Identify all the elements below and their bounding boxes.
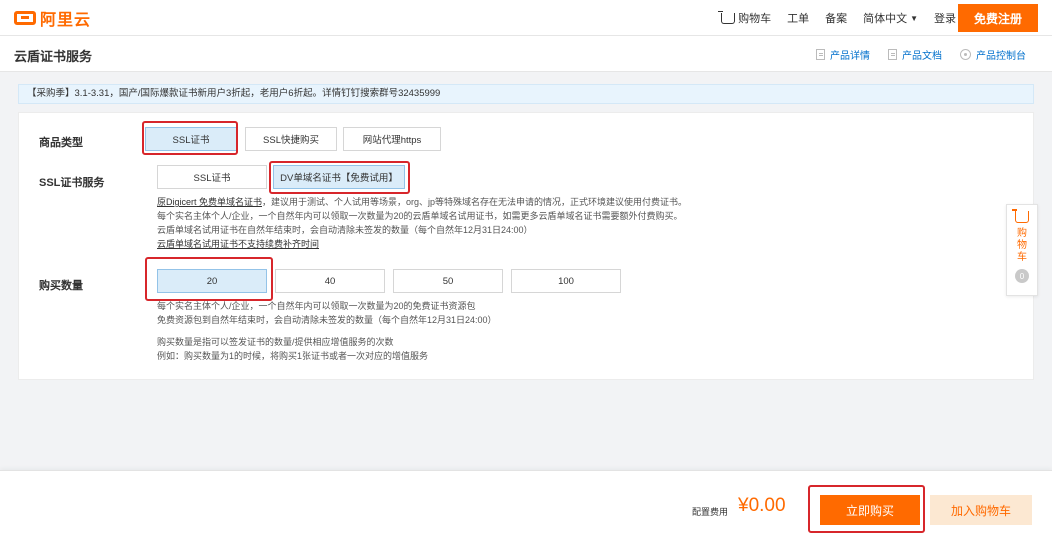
top-nav: 购物车 工单 备案 简体中文 ▼ 登录 [705,0,956,36]
buy-now-button[interactable]: 立即购买 [820,495,920,525]
logo-text: 阿里云 [40,12,92,29]
title-bar: 云盾证书服务 产品详情 产品文档 产品控制台 [0,36,1052,72]
link-product-details[interactable]: 产品详情 [816,47,870,62]
ssl-service-label: SSL证书服务 [39,177,105,189]
digicert-link[interactable]: 原Digicert 免费单域名证书 [157,197,262,207]
gear-icon [960,48,971,60]
quantity-label: 购买数量 [39,280,83,292]
config-panel: 商品类型 SSL证书 SSL快捷购买 网站代理https SSL证书服务 SSL… [18,112,1034,380]
cart-icon [718,10,736,24]
cost-label: 配置费用 [692,507,729,517]
nav-login[interactable]: 登录 [934,10,956,26]
ssl-service-desc-4: 云盾单域名试用证书不支持续费补齐时间 [157,239,320,249]
product-type-ssl-quick[interactable]: SSL快捷购买 [245,127,337,151]
ssl-service-desc-2: 每个实名主体个人/企业，一个自然年内可以领取一次数量为20的云盾单域名试用证书，… [157,211,683,221]
add-to-cart-button[interactable]: 加入购物车 [930,495,1032,525]
quantity-desc-4: 例如：购买数量为1的时候，将购买1张证书或者一次对应的增值服务 [157,351,429,361]
quantity-50[interactable]: 50 [393,269,503,293]
cart-count-badge: 0 [1015,269,1029,283]
quantity-20[interactable]: 20 [157,269,267,293]
caret-down-icon: ▼ [910,13,918,23]
quantity-desc-1: 每个实名主体个人/企业，一个自然年内可以领取一次数量为20的免费证书资源包 [157,301,476,311]
floating-cart-label: 购物车 [1017,228,1027,263]
link-product-docs[interactable]: 产品文档 [888,47,942,62]
doc-icon [816,48,825,60]
quantity-desc-2: 免费资源包到自然年结束时，会自动清除未签发的数量（每个自然年12月31日24:0… [157,315,497,325]
product-type-https-proxy[interactable]: 网站代理https [343,127,441,151]
title-links: 产品详情 产品文档 产品控制台 [798,36,1026,72]
quantity-desc-3: 购买数量是指可以签发证书的数量/提供相应增值服务的次数 [157,337,394,347]
nav-language[interactable]: 简体中文 ▼ [863,10,918,26]
bottom-bar: 配置费用 ¥0.00 立即购买 加入购物车 [0,470,1052,544]
top-bar: 阿里云 购物车 工单 备案 简体中文 ▼ 登录 免费注册 [0,0,1052,36]
quantity-100[interactable]: 100 [511,269,621,293]
link-product-console[interactable]: 产品控制台 [960,47,1026,62]
nav-cart[interactable]: 购物车 [718,10,771,26]
ssl-service-desc-1: 原Digicert 免费单域名证书，建议用于测试、个人试用等场景，org、jp等… [157,197,688,207]
page-title: 云盾证书服务 [14,49,93,64]
nav-icp[interactable]: 备案 [825,10,847,26]
floating-cart[interactable]: 购物车 0 [1006,204,1038,296]
cost-value: ¥0.00 [738,495,786,516]
doc-icon [888,48,897,60]
ssl-service-desc-3: 云盾单域名试用证书在自然年结束时，会自动清除未签发的数量（每个自然年12月31日… [157,225,533,235]
cart-icon [1012,209,1029,223]
register-button[interactable]: 免费注册 [958,4,1038,32]
product-type-label: 商品类型 [39,137,83,149]
ssl-service-ssl[interactable]: SSL证书 [157,165,267,189]
promo-notice: 【采购季】3.1-3.31，国产/国际爆款证书新用户3折起，老用户6折起。详情钉… [18,84,1034,104]
product-type-ssl[interactable]: SSL证书 [145,127,237,151]
quantity-40[interactable]: 40 [275,269,385,293]
ssl-service-dv-free[interactable]: DV单域名证书【免费试用】 [273,165,405,189]
aliyun-logo-icon [14,11,36,25]
logo[interactable]: 阿里云 [14,8,92,29]
nav-ticket[interactable]: 工单 [787,10,809,26]
